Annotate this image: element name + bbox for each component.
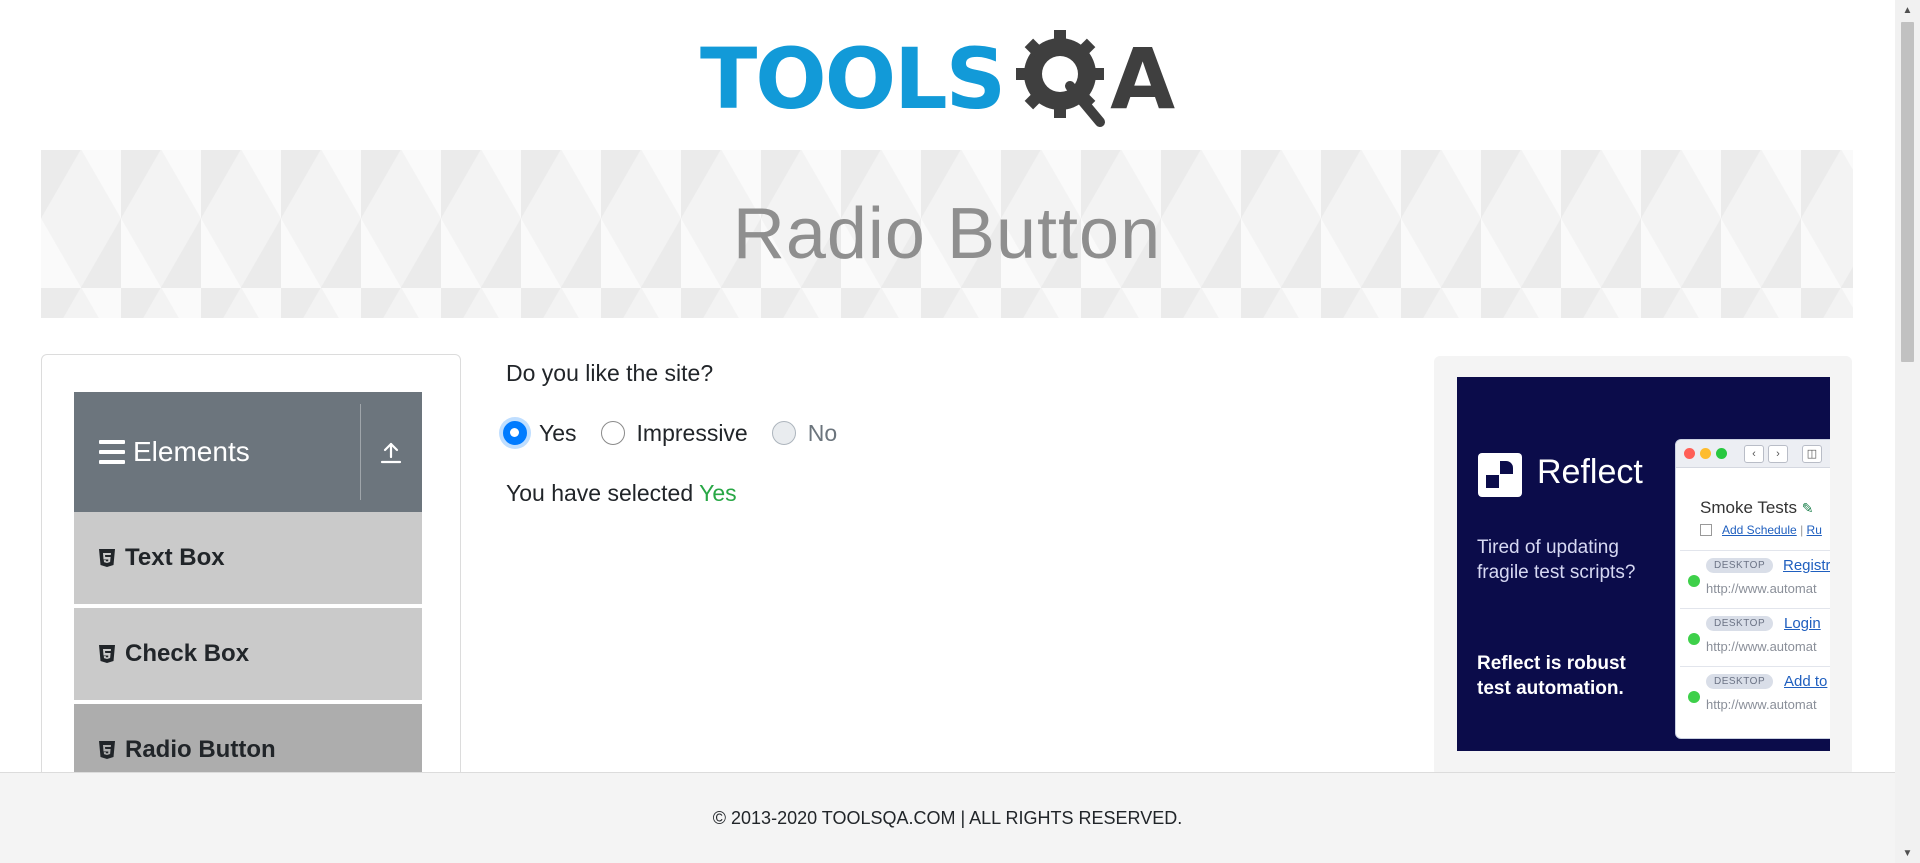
radio-yes-label[interactable]: Yes	[539, 420, 577, 447]
selection-result: You have selected Yes	[506, 480, 737, 507]
window-close-dot	[1684, 448, 1695, 459]
run-link: Ru	[1806, 523, 1822, 537]
test-row: DESKTOP Registr http://www.automat	[1680, 550, 1830, 608]
gear-magnifier-icon	[1008, 24, 1118, 134]
calendar-icon	[1700, 524, 1712, 536]
result-value: Yes	[699, 480, 737, 506]
radio-no: No	[771, 419, 838, 447]
hamburger-icon	[99, 440, 125, 464]
window-title: Smoke Tests ✎	[1700, 498, 1813, 518]
forward-arrow-icon: ›	[1768, 444, 1788, 463]
html5-icon	[99, 645, 115, 663]
test-url: http://www.automat	[1706, 639, 1817, 654]
result-prefix: You have selected	[506, 480, 700, 506]
test-row: DESKTOP Add to http://www.automat	[1680, 666, 1830, 724]
window-minimize-dot	[1700, 448, 1711, 459]
status-dot-icon	[1688, 691, 1700, 703]
window-title-text: Smoke Tests	[1700, 498, 1798, 517]
back-arrow-icon: ‹	[1744, 444, 1764, 463]
scroll-down-arrow-icon[interactable]: ▼	[1895, 843, 1920, 863]
test-url: http://www.automat	[1706, 697, 1817, 712]
nav-group-elements[interactable]: Elements	[74, 392, 422, 512]
question-text: Do you like the site?	[506, 360, 714, 386]
radio-impressive-label[interactable]: Impressive	[637, 420, 748, 447]
sidebar-item-label: Check Box	[125, 640, 250, 667]
logo-text-tools: TOOLS	[700, 30, 1006, 128]
copyright-text: © 2013-2020 TOOLSQA.COM | ALL RIGHTS RES…	[712, 807, 1183, 828]
ad-brand: Reflect	[1537, 453, 1643, 491]
platform-badge: DESKTOP	[1706, 616, 1774, 631]
test-url: http://www.automat	[1706, 581, 1817, 596]
window-titlebar: ‹ › ◫	[1676, 440, 1830, 468]
logo-text-a: A	[1110, 30, 1176, 128]
status-dot-icon	[1688, 633, 1700, 645]
page-banner: Radio Button	[41, 150, 1853, 318]
add-schedule-link: Add Schedule	[1722, 523, 1797, 537]
test-link: Add to	[1784, 673, 1828, 690]
radio-impressive[interactable]: Impressive	[600, 420, 748, 447]
radio-yes[interactable]: Yes	[503, 420, 577, 447]
page-scrollbar[interactable]: ▲ ▼	[1895, 0, 1920, 863]
radio-no-label: No	[807, 419, 838, 446]
window-links: Add Schedule | Ru	[1700, 523, 1822, 537]
ad-app-screenshot: ‹ › ◫ Smoke Tests ✎ Add Schedule | Ru DE…	[1675, 439, 1830, 739]
scroll-up-arrow-icon[interactable]: ▲	[1895, 0, 1920, 20]
sidebar-item-text-box[interactable]: Text Box	[74, 512, 422, 606]
toolsqa-logo[interactable]: TOOLS A	[700, 20, 1175, 138]
window-maximize-dot	[1716, 448, 1727, 459]
page-footer: © 2013-2020 TOOLSQA.COM | ALL RIGHTS RES…	[0, 772, 1895, 863]
sidebar-toggle-icon: ◫	[1802, 444, 1822, 463]
sidebar-item-label: Text Box	[125, 544, 225, 571]
nav-group-label: Elements	[133, 436, 250, 467]
scrollbar-thumb[interactable]	[1901, 22, 1914, 362]
reflect-ad[interactable]: Reflect Tired of updating fragile test s…	[1457, 377, 1830, 751]
sidebar-item-check-box[interactable]: Check Box	[74, 608, 422, 702]
page-title: Radio Button	[732, 194, 1162, 274]
test-link: Registr	[1783, 557, 1830, 574]
ad-tagline: Tired of updating fragile test scripts?	[1477, 537, 1636, 583]
sidebar-item-label: Radio Button	[125, 736, 276, 763]
radio-yes-input[interactable]	[503, 421, 527, 445]
html5-icon	[99, 741, 115, 759]
platform-badge: DESKTOP	[1706, 674, 1774, 689]
reflect-logo-icon	[1478, 453, 1522, 497]
test-link: Login	[1784, 615, 1821, 632]
test-row: DESKTOP Login http://www.automat	[1680, 608, 1830, 666]
radio-no-input	[771, 421, 796, 445]
html5-icon	[99, 549, 115, 567]
ad-headline: Reflect is robust test automation.	[1477, 653, 1626, 699]
radio-group: Yes Impressive No	[503, 418, 861, 448]
status-dot-icon	[1688, 575, 1700, 587]
platform-badge: DESKTOP	[1706, 558, 1774, 573]
pencil-icon: ✎	[1801, 500, 1814, 516]
radio-impressive-input[interactable]	[600, 421, 625, 445]
link-separator: |	[1800, 523, 1804, 537]
collapse-upload-icon[interactable]	[360, 392, 422, 512]
